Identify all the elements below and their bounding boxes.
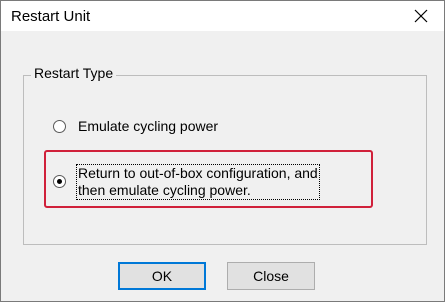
dialog-title: Restart Unit [11,8,91,25]
emulate-cycling-power-label: Emulate cycling power [78,118,219,134]
title-bar: Restart Unit [1,1,444,31]
restart-type-legend: Restart Type [31,65,117,81]
return-to-out-of-box-label-line1: Return to out-of-box configuration, and [78,165,318,181]
return-to-out-of-box-label-line2: then emulate cycling power. [78,182,251,198]
return-to-out-of-box-label: Return to out-of-box configuration, and … [76,164,320,200]
return-to-out-of-box-radio[interactable] [53,175,66,188]
option-emulate-cycling-power[interactable]: Emulate cycling power [53,118,218,135]
option-return-to-out-of-box[interactable]: Return to out-of-box configuration, and … [53,164,320,200]
restart-unit-dialog: Restart Unit Restart Type Emulate cyclin… [0,0,445,302]
ok-button[interactable]: OK [118,262,206,290]
close-button[interactable]: Close [227,262,315,290]
emulate-cycling-power-radio[interactable] [53,120,66,133]
close-window-button[interactable] [398,1,444,31]
close-icon [414,9,428,23]
